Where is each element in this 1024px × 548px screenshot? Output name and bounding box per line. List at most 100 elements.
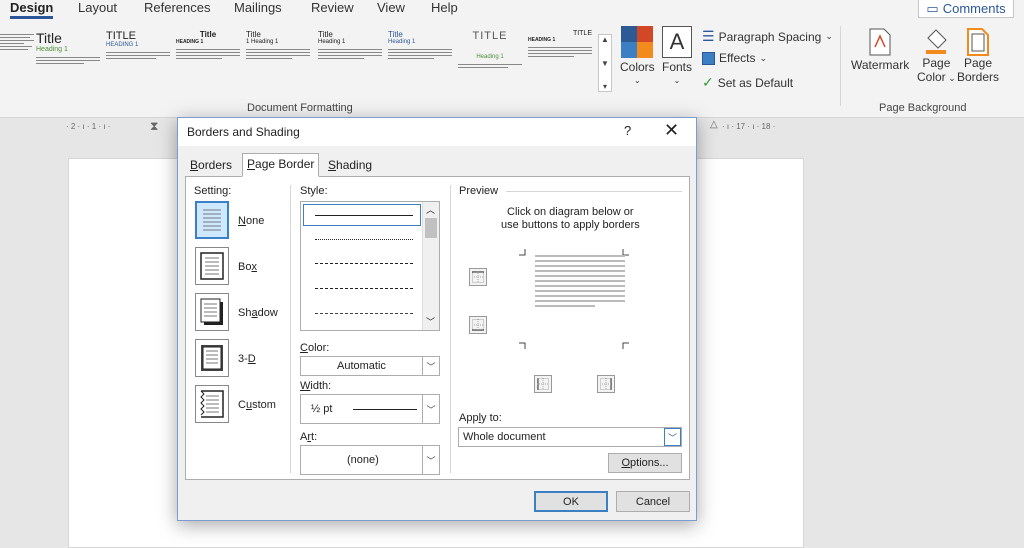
cancel-button[interactable]: Cancel bbox=[616, 491, 690, 512]
right-indent-marker-icon[interactable]: △ bbox=[710, 119, 718, 130]
setting-box-icon[interactable] bbox=[195, 247, 229, 285]
gallery-scroll[interactable]: ▲ ▼ ▾ bbox=[598, 34, 612, 92]
dialog-title-bar[interactable]: Borders and Shading ? ✕ bbox=[178, 118, 696, 146]
checkmark-circle-icon: ✓ bbox=[702, 74, 714, 90]
style-label: Style: bbox=[300, 185, 328, 197]
style-option-solid[interactable] bbox=[315, 215, 413, 216]
style-option-dashed-small[interactable] bbox=[315, 263, 413, 264]
set-as-default-button[interactable]: ✓ Set as Default bbox=[702, 74, 793, 91]
style-set-thumb[interactable]: Title HEADING 1 bbox=[176, 30, 240, 90]
group-label-page-background: Page Background bbox=[879, 102, 967, 114]
setting-3d-icon[interactable] bbox=[195, 339, 229, 377]
right-border-button[interactable] bbox=[597, 375, 615, 393]
close-button[interactable]: ✕ bbox=[664, 120, 679, 141]
style-set-thumb[interactable]: TITLE HEADING 1 bbox=[528, 30, 592, 90]
ok-button[interactable]: OK bbox=[534, 491, 608, 512]
tab-view[interactable]: View bbox=[377, 0, 405, 15]
apply-to-dropdown[interactable]: Whole document ﹀ bbox=[458, 427, 682, 447]
style-option-dashed-large[interactable] bbox=[315, 288, 413, 289]
set-as-default-label: Set as Default bbox=[717, 75, 794, 90]
chevron-down-icon: ⌄ bbox=[633, 76, 641, 85]
setting-custom-label[interactable]: Custom bbox=[238, 399, 276, 411]
border-right-icon bbox=[600, 378, 612, 390]
art-dropdown[interactable]: (none) ﹀ bbox=[300, 445, 440, 475]
setting-none-icon[interactable] bbox=[195, 201, 229, 239]
width-dropdown[interactable]: ½ pt ﹀ bbox=[300, 394, 440, 424]
scroll-thumb[interactable] bbox=[425, 218, 437, 238]
setting-shadow-icon[interactable] bbox=[195, 293, 229, 331]
tab-mailings[interactable]: Mailings bbox=[234, 0, 282, 15]
style-set-thumb[interactable]: TITLE HEADING 1 bbox=[106, 30, 170, 90]
section-divider bbox=[290, 185, 291, 473]
style-option-dash-dot[interactable] bbox=[315, 313, 413, 314]
effects-button[interactable]: Effects ⌄ bbox=[702, 51, 767, 65]
comment-icon: ▭ bbox=[926, 0, 939, 16]
chevron-down-icon[interactable]: ﹀ bbox=[422, 446, 439, 474]
page-borders-button[interactable]: Page Borders bbox=[957, 28, 999, 84]
tab-layout[interactable]: Layout bbox=[78, 0, 117, 15]
paint-bucket-icon bbox=[926, 29, 948, 54]
help-button[interactable]: ? bbox=[624, 123, 631, 138]
tab-shading[interactable]: Shading bbox=[324, 155, 376, 176]
effects-label: Effects bbox=[719, 51, 756, 65]
chevron-down-icon[interactable]: ﹀ bbox=[422, 357, 439, 375]
chevron-down-icon[interactable]: ﹀ bbox=[426, 315, 435, 328]
tab-design[interactable]: Design bbox=[10, 0, 54, 19]
chevron-down-icon: ⌄ bbox=[759, 52, 768, 63]
setting-3d-label[interactable]: 3-D bbox=[238, 353, 256, 365]
preview-diagram[interactable] bbox=[519, 249, 629, 349]
chevron-down-icon[interactable]: ﹀ bbox=[422, 395, 439, 423]
tab-help[interactable]: Help bbox=[431, 0, 458, 15]
style-set-thumb[interactable]: TITLE Heading 1 bbox=[458, 30, 522, 90]
setting-box-label[interactable]: Box bbox=[238, 261, 257, 273]
ribbon-separator bbox=[840, 26, 841, 106]
chevron-down-icon: ⌄ bbox=[945, 73, 956, 83]
tab-borders[interactable]: Borders bbox=[186, 155, 236, 176]
style-scrollbar[interactable]: ︿ ﹀ bbox=[422, 202, 439, 330]
border-top-icon bbox=[472, 271, 484, 283]
style-set-thumb[interactable]: Title Heading 1 bbox=[36, 30, 100, 90]
page-color-label: Page bbox=[922, 56, 951, 70]
color-dropdown[interactable]: Automatic ﹀ bbox=[300, 356, 440, 376]
top-border-button[interactable] bbox=[469, 268, 487, 286]
chevron-up-icon[interactable]: ︿ bbox=[426, 203, 435, 216]
paragraph-spacing-label: Paragraph Spacing bbox=[718, 29, 822, 44]
tab-review[interactable]: Review bbox=[311, 0, 354, 15]
paragraph-spacing-button[interactable]: ☰ Paragraph Spacing ⌄ bbox=[702, 28, 833, 45]
setting-shadow-label[interactable]: Shadow bbox=[238, 307, 278, 319]
comments-label: Comments bbox=[942, 1, 1006, 16]
tab-page-border[interactable]: Page Border bbox=[242, 153, 320, 177]
style-option-dotted[interactable] bbox=[315, 239, 413, 240]
page-borders-label: Page bbox=[964, 56, 993, 70]
font-icon: A bbox=[662, 26, 692, 58]
watermark-button[interactable]: Watermark bbox=[851, 28, 909, 72]
bottom-border-button[interactable] bbox=[469, 316, 487, 334]
style-set-thumb[interactable]: Title Heading 1 bbox=[388, 30, 452, 90]
page-color-button[interactable]: Page Color ⌄ bbox=[917, 28, 956, 84]
gallery-more-icon[interactable]: ▾ bbox=[603, 82, 607, 91]
style-set-thumb[interactable]: Title 1 Heading 1 bbox=[246, 30, 310, 90]
preview-hint-line-1: Click on diagram below or bbox=[507, 206, 634, 218]
style-set-thumb[interactable]: Title Heading 1 bbox=[318, 30, 382, 90]
fonts-button[interactable]: A Fonts ⌄ bbox=[662, 26, 692, 85]
setting-custom-icon[interactable] bbox=[195, 385, 229, 423]
setting-none-label[interactable]: None bbox=[238, 215, 264, 227]
comments-button[interactable]: ▭ Comments bbox=[918, 0, 1014, 18]
indent-marker-icon[interactable]: ⧗ bbox=[150, 119, 158, 134]
preview-label: Preview bbox=[459, 185, 499, 197]
section-divider bbox=[450, 185, 451, 473]
colors-label: Colors bbox=[620, 60, 655, 74]
chevron-up-icon[interactable]: ▲ bbox=[601, 35, 609, 44]
tab-references[interactable]: References bbox=[144, 0, 210, 15]
left-border-button[interactable] bbox=[534, 375, 552, 393]
group-label-document-formatting: Document Formatting bbox=[247, 102, 353, 114]
options-button[interactable]: Options... bbox=[608, 453, 682, 473]
border-left-icon bbox=[537, 378, 549, 390]
watermark-label: Watermark bbox=[851, 58, 910, 72]
ribbon-tab-bar: Design Layout References Mailings Review… bbox=[0, 0, 1024, 20]
chevron-down-icon[interactable]: ﹀ bbox=[664, 428, 681, 446]
style-listbox[interactable]: ︿ ﹀ bbox=[300, 201, 440, 331]
chevron-down-icon[interactable]: ▼ bbox=[601, 59, 609, 68]
chevron-down-icon: ⌄ bbox=[673, 76, 681, 85]
colors-button[interactable]: Colors ⌄ bbox=[620, 26, 655, 85]
